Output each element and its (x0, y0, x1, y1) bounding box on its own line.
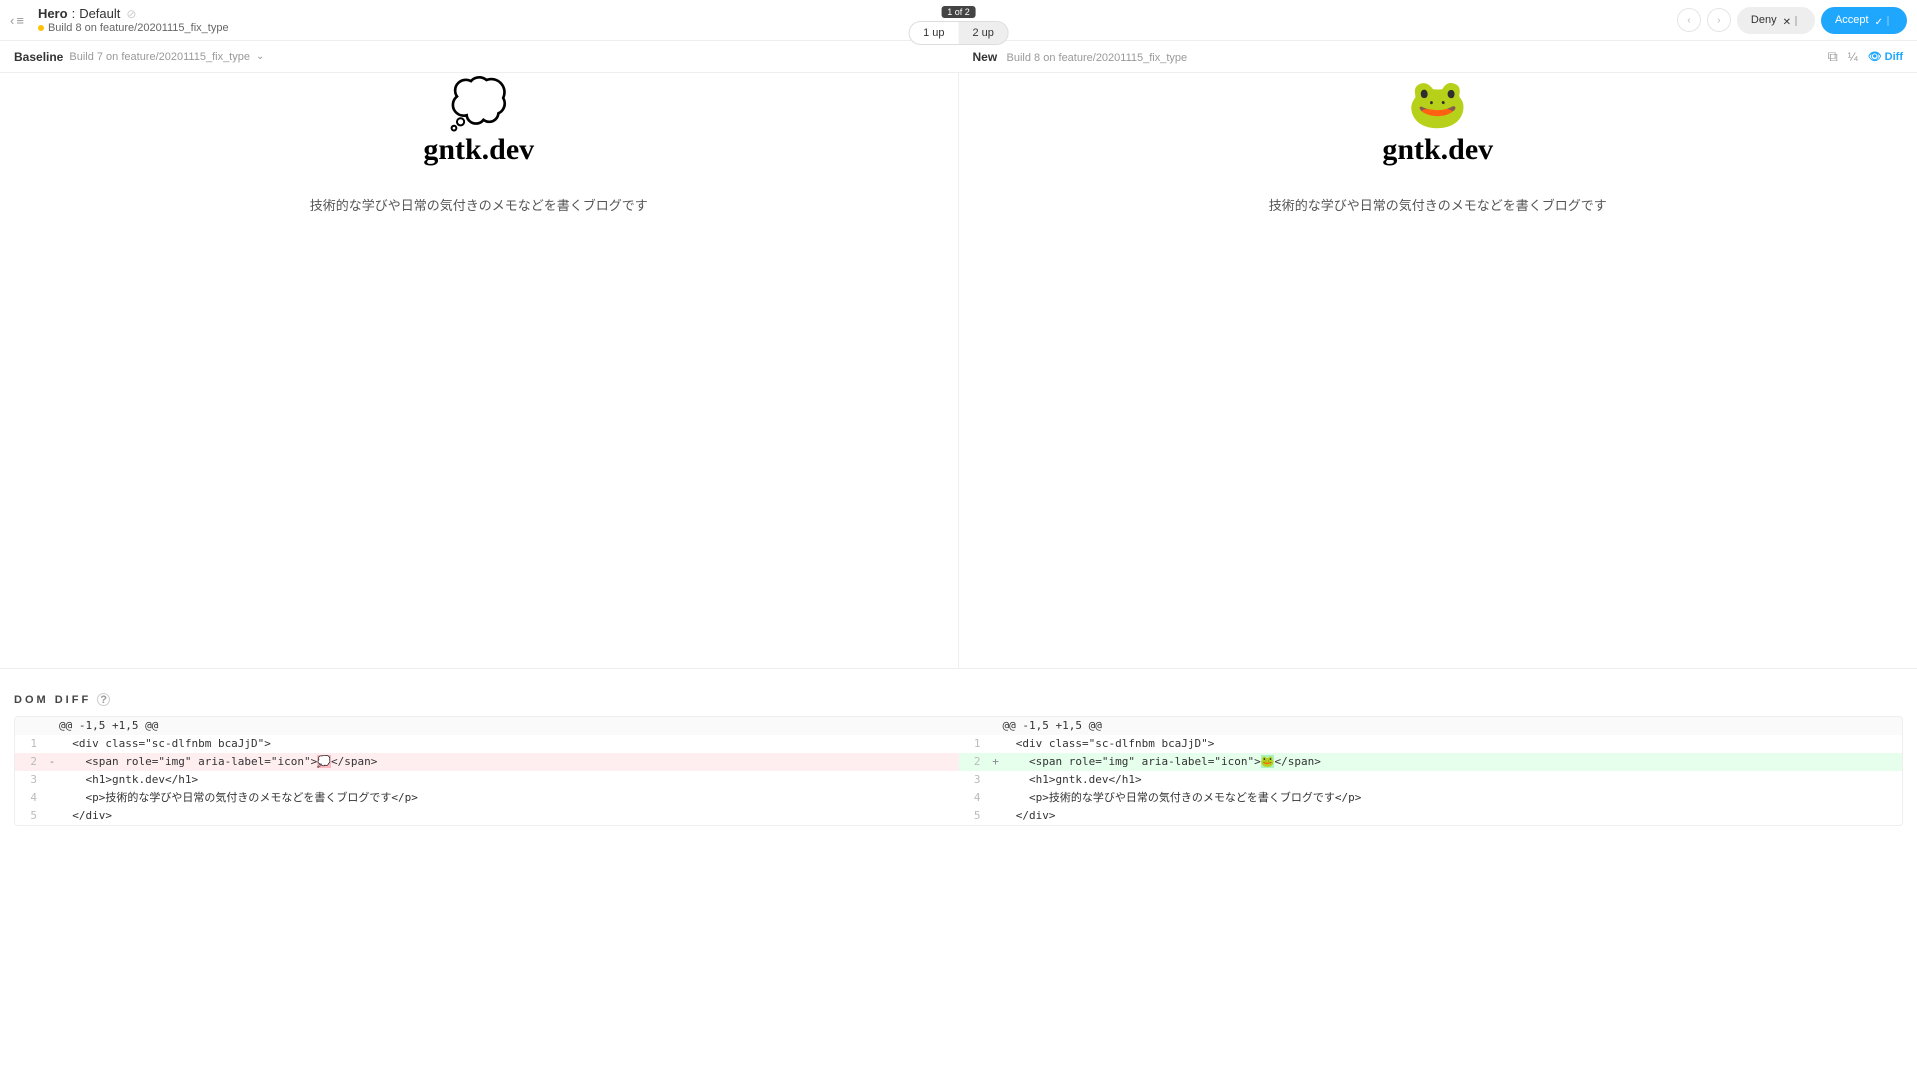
accept-button[interactable]: Accept ✓｜ (1821, 7, 1907, 34)
back-button[interactable]: ‹ ≡ (10, 13, 24, 28)
diff-right-column: @@ -1,5 +1,5 @@1 <div class="sc-dlfnbm b… (959, 717, 1903, 825)
ignore-icon[interactable]: ¼ (1848, 50, 1858, 64)
baseline-header: Baseline Build 7 on feature/20201115_fix… (0, 50, 959, 64)
diff-line: 1 <div class="sc-dlfnbm bcaJjD"> (959, 735, 1903, 753)
accept-label: Accept (1835, 14, 1869, 26)
dom-diff-heading: DOM DIFF ? (14, 693, 1903, 706)
build-subtitle: Build 8 on feature/20201115_fix_type (48, 22, 229, 34)
new-header: New Build 8 on feature/20201115_fix_type… (959, 48, 1917, 65)
diff-line: 3 <h1>gntk.dev</h1> (15, 771, 959, 789)
new-snapshot: 🐸 gntk.dev 技術的な学びや日常の気付きのメモなどを書くブログです (959, 73, 1917, 668)
diff-line: 3 <h1>gntk.dev</h1> (959, 771, 1903, 789)
diff-grid: @@ -1,5 +1,5 @@1 <div class="sc-dlfnbm b… (14, 716, 1903, 826)
baseline-snapshot: 💭 gntk.dev 技術的な学びや日常の気付きのメモなどを書くブログです (0, 73, 959, 668)
diff-hunk-header: @@ -1,5 +1,5 @@ (959, 717, 1903, 735)
dom-diff-title: DOM DIFF (14, 694, 91, 706)
baseline-label: Baseline (14, 50, 63, 64)
snapshot-tools: ⧉ ¼ 👁 Diff (1828, 48, 1903, 65)
diff-toggle[interactable]: 👁 Diff (1868, 50, 1903, 63)
baseline-hero-title: gntk.dev (423, 133, 534, 167)
chevron-left-icon: ‹ (10, 13, 14, 28)
diff-label: Diff (1885, 51, 1903, 63)
component-name: Hero (38, 6, 68, 21)
new-label: New (973, 50, 998, 64)
baseline-hero-icon: 💭 (449, 81, 509, 129)
new-build: Build 8 on feature/20201115_fix_type (1007, 52, 1188, 64)
chevron-down-icon[interactable]: ⌄ (256, 51, 264, 62)
chevron-left-icon: ‹ (1687, 15, 1690, 26)
diff-left-column: @@ -1,5 +1,5 @@1 <div class="sc-dlfnbm b… (15, 717, 959, 825)
deny-button[interactable]: Deny ✕｜ (1737, 7, 1815, 34)
dom-diff-section: DOM DIFF ? @@ -1,5 +1,5 @@1 <div class="… (0, 668, 1917, 834)
view-2up-button[interactable]: 2 up (959, 22, 1008, 44)
diff-hunk-header: @@ -1,5 +1,5 @@ (15, 717, 959, 735)
title-separator: : (72, 6, 76, 21)
deny-label: Deny (1751, 14, 1777, 26)
new-hero-desc: 技術的な学びや日常の気付きのメモなどを書くブログです (1269, 195, 1607, 214)
help-icon[interactable]: ? (97, 693, 110, 706)
page-counter: 1 of 2 (941, 6, 976, 18)
next-button[interactable]: › (1707, 8, 1731, 32)
baseline-hero-desc: 技術的な学びや日常の気付きのメモなどを書くブログです (310, 195, 648, 214)
close-icon: ✕｜ (1783, 13, 1801, 28)
chevron-right-icon: › (1717, 15, 1720, 26)
check-icon: ✓｜ (1875, 13, 1893, 28)
right-controls: ‹ › Deny ✕｜ Accept ✓｜ (1677, 7, 1907, 34)
canvas-area: 💭 gntk.dev 技術的な学びや日常の気付きのメモなどを書くブログです 🐸 … (0, 73, 1917, 668)
status-dot-icon (38, 25, 44, 31)
baseline-build: Build 7 on feature/20201115_fix_type (69, 51, 250, 63)
status-icon: ⊘ (126, 7, 136, 21)
title-block: Hero : Default ⊘ Build 8 on feature/2020… (38, 6, 229, 34)
diff-line: 2- <span role="img" aria-label="icon">💭<… (15, 753, 959, 771)
diff-line: 5 </div> (15, 807, 959, 825)
center-controls: 1 of 2 1 up 2 up (908, 6, 1009, 45)
diff-line: 1 <div class="sc-dlfnbm bcaJjD"> (15, 735, 959, 753)
view-1up-button[interactable]: 1 up (909, 22, 958, 44)
diff-line: 4 <p>技術的な学びや日常の気付きのメモなどを書くブログです</p> (959, 789, 1903, 807)
diff-line: 2+ <span role="img" aria-label="icon">🐸<… (959, 753, 1903, 771)
eye-icon: 👁 (1868, 50, 1882, 63)
top-header: ‹ ≡ Hero : Default ⊘ Build 8 on feature/… (0, 0, 1917, 40)
variant-name: Default (79, 6, 120, 21)
view-toggle: 1 up 2 up (908, 21, 1009, 45)
new-hero-title: gntk.dev (1382, 133, 1493, 167)
prev-button[interactable]: ‹ (1677, 8, 1701, 32)
new-hero-icon: 🐸 (1408, 81, 1468, 129)
diff-line: 4 <p>技術的な学びや日常の気付きのメモなどを書くブログです</p> (15, 789, 959, 807)
diff-line: 5 </div> (959, 807, 1903, 825)
list-icon: ≡ (16, 13, 24, 28)
copy-icon[interactable]: ⧉ (1828, 48, 1838, 65)
